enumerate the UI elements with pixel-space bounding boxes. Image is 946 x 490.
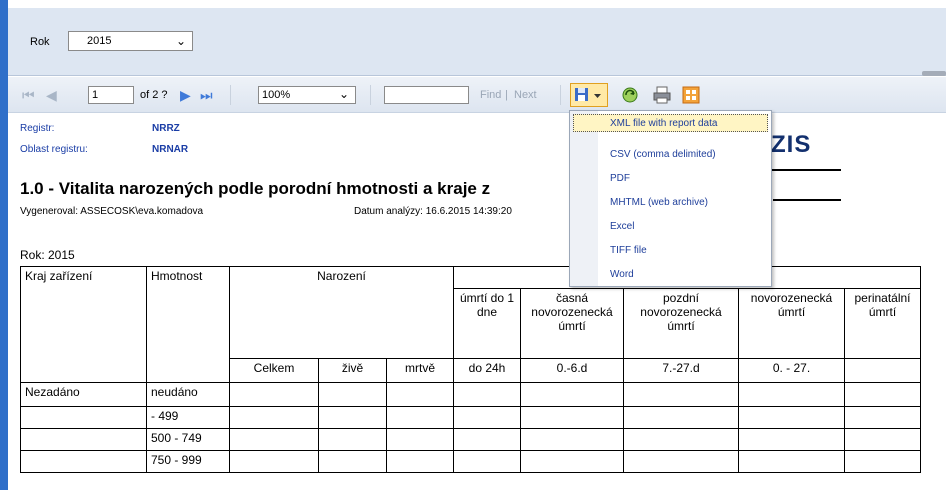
subheader-cell: do 24h [453, 358, 521, 383]
find-next-link[interactable]: Next [514, 89, 537, 101]
table-row: 500 - 749 [20, 428, 921, 451]
registry-label: Registr: [20, 123, 55, 134]
row-weight: 750 - 999 [146, 450, 230, 473]
print-icon[interactable] [652, 85, 672, 105]
subheader-cell: 7.-27.d [623, 358, 739, 383]
row-region [20, 406, 147, 429]
toolbar-separator [370, 85, 371, 105]
toolbar-separator [560, 85, 561, 105]
export-item-tiff[interactable]: TIFF file [610, 245, 647, 256]
subheader-cell [844, 358, 921, 383]
title-rule [773, 199, 841, 201]
row-weight: neudáno [146, 382, 230, 407]
year-line: Rok: 2015 [20, 248, 75, 262]
year-select[interactable]: 2015 ⌄ [68, 31, 193, 51]
page-number-input[interactable] [88, 86, 134, 104]
row-weight: 500 - 749 [146, 428, 230, 451]
analysis-date-text: Datum analýzy: 16.6.2015 14:39:20 [354, 206, 512, 217]
page-count-text: of 2 ? [140, 89, 168, 101]
header-death-2: časná novorozenecká úmrtí [520, 288, 624, 359]
title-rule [771, 169, 841, 171]
row-region [20, 450, 147, 473]
chevron-down-icon: ⌄ [175, 34, 186, 48]
header-death-4: novorozenecká úmrtí [738, 288, 845, 359]
subheader-cell: 0.-6.d [520, 358, 624, 383]
row-region: Nezadáno [20, 382, 147, 407]
zoom-value: 100% [262, 89, 291, 101]
header-death-3: pozdní novorozenecká úmrtí [623, 288, 739, 359]
last-page-icon[interactable]: ⏭ [200, 88, 213, 102]
row-region [20, 428, 147, 451]
area-value: NRNAR [152, 144, 189, 155]
header-death-1: úmrtí do 1 dne [453, 288, 521, 359]
export-item-excel[interactable]: Excel [610, 221, 634, 232]
export-button[interactable] [570, 83, 608, 107]
header-region: Kraj zařízení [20, 266, 147, 383]
header-births: Narození [229, 266, 454, 359]
find-link[interactable]: Find [480, 89, 501, 101]
previous-page-icon[interactable]: ◀ [46, 88, 57, 102]
export-item-csv[interactable]: CSV (comma delimited) [610, 149, 716, 160]
refresh-icon[interactable] [620, 85, 640, 105]
area-label: Oblast registru: [20, 144, 88, 155]
report-body: Registr: NRRZ Oblast registru: NRNAR ZIS… [8, 113, 946, 490]
export-item-word[interactable]: Word [610, 269, 634, 280]
year-select-value: 2015 [87, 35, 112, 47]
export-item-pdf[interactable]: PDF [610, 173, 630, 184]
table-row: - 499 [20, 406, 921, 429]
next-page-icon[interactable]: ▶ [180, 88, 191, 102]
export-format-menu: XML file with report data CSV (comma del… [569, 110, 772, 287]
top-strip [8, 0, 946, 8]
menu-icon-strip [570, 111, 598, 286]
brand-logo-text: ZIS [771, 131, 812, 158]
subheader-cell: mrtvě [386, 358, 454, 383]
subheader-cell: živě [318, 358, 387, 383]
export-item-xml[interactable]: XML file with report data [573, 114, 768, 132]
registry-value: NRRZ [152, 123, 180, 134]
generated-by-text: Vygeneroval: ASSECOSK\eva.komadova [20, 206, 204, 217]
export-item-mhtml[interactable]: MHTML (web archive) [610, 197, 708, 208]
subheader-cell: Celkem [229, 358, 319, 383]
chevron-down-icon: ⌄ [338, 87, 349, 101]
save-disk-icon [575, 88, 601, 101]
parameters-panel: Rok 2015 ⌄ [8, 8, 946, 76]
first-page-icon[interactable]: ⏮ [22, 88, 35, 102]
find-input[interactable] [384, 86, 469, 104]
left-accent-rail [0, 0, 8, 490]
splitter-handle[interactable] [922, 71, 946, 76]
export-item-label: XML file with report data [610, 118, 718, 129]
find-separator: | [505, 89, 508, 101]
row-weight: - 499 [146, 406, 230, 429]
table-row: Nezadáno neudáno [20, 382, 921, 407]
table-row: 750 - 999 [20, 450, 921, 473]
header-death-5: perinatální úmrtí [844, 288, 921, 359]
header-weight: Hmotnost [146, 266, 230, 383]
zoom-select[interactable]: 100% ⌄ [258, 86, 356, 104]
report-toolbar: ⏮ ◀ of 2 ? ▶ ⏭ 100% ⌄ Find | Next [8, 71, 946, 113]
data-feed-icon[interactable] [681, 85, 701, 105]
report-title: 1.0 - Vitalita narozených podle porodní … [20, 179, 491, 198]
subheader-cell: 0. - 27. [738, 358, 845, 383]
year-param-label: Rok [30, 36, 50, 48]
report-table: Kraj zařízení Hmotnost Narození úmrtí do… [20, 266, 921, 473]
toolbar-separator [230, 85, 231, 105]
